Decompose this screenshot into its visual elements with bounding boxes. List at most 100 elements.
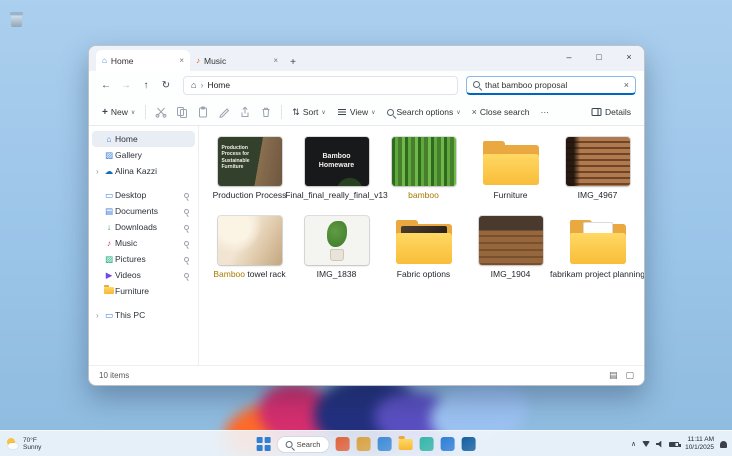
sidebar-item-gallery[interactable]: ▨Gallery	[92, 147, 195, 163]
breadcrumb[interactable]: Home	[207, 80, 230, 90]
view-button[interactable]: View ∨	[332, 102, 381, 122]
start-logo-pane	[257, 445, 263, 451]
volume-icon[interactable]	[656, 441, 663, 448]
share-button[interactable]	[235, 102, 255, 122]
chevron-down-icon: ∨	[321, 109, 325, 116]
file-explorer-icon[interactable]	[398, 439, 412, 450]
file-bamboo[interactable]: bamboo	[381, 135, 466, 200]
music-icon: ♪	[103, 238, 115, 248]
file-fabrikam-project-planning[interactable]: fabrikam project planning	[555, 214, 640, 279]
search-options-button[interactable]: Search options ∨	[382, 102, 466, 122]
navigation-bar: ← → ↑ ↻ ⌂ › Home that bamboo proposal ×	[89, 71, 644, 99]
sidebar-item-videos[interactable]: ▶Videos	[92, 267, 195, 283]
start-button[interactable]	[257, 437, 271, 451]
paste-button[interactable]	[193, 102, 213, 122]
large-thumbnails-view-icon[interactable]: ▢	[625, 370, 634, 381]
file-furniture[interactable]: Furniture	[468, 135, 553, 200]
new-button[interactable]: + New ∨	[97, 102, 140, 122]
plus-icon: +	[102, 107, 108, 118]
search-input[interactable]: that bamboo proposal ×	[466, 76, 636, 95]
taskbar-search[interactable]: Search	[277, 436, 330, 453]
sidebar-item-music[interactable]: ♪Music	[92, 235, 195, 251]
details-button[interactable]: Details	[586, 102, 636, 122]
file-name: IMG_1904	[491, 269, 531, 279]
details-view-icon[interactable]: ▤	[609, 370, 618, 381]
notifications-icon[interactable]	[720, 441, 727, 448]
details-pane-icon	[591, 107, 602, 117]
sidebar-item-label: Music	[115, 238, 184, 248]
hidden-icons-chevron[interactable]: ∧	[631, 440, 636, 448]
outlook-icon[interactable]	[461, 437, 475, 451]
back-button[interactable]: ←	[97, 76, 115, 94]
file-bamboo-towel-rack[interactable]: Bamboo towel rack	[207, 214, 292, 279]
onedrive-icon: ☁	[103, 166, 115, 177]
file-production-process[interactable]: Production Process for Sustainable Furni…	[207, 135, 292, 200]
file-fabric-options[interactable]: Fabric options	[381, 214, 466, 279]
chevron-down-icon: ∨	[371, 109, 375, 116]
tab-close-icon[interactable]: ×	[179, 56, 184, 65]
system-tray: ∧ 11:11 AM 10/1/2025	[631, 431, 727, 456]
cut-icon	[155, 106, 167, 118]
file-name-text: towel rack	[245, 269, 286, 279]
clock[interactable]: 11:11 AM 10/1/2025	[685, 436, 714, 452]
sidebar-section-bottom: ›▭This PC	[92, 307, 195, 323]
sidebar-section-pinned: ▭Desktop▤Documents↓Downloads♪Music▨Pictu…	[92, 187, 195, 299]
pin-icon	[184, 241, 189, 246]
close-search-button[interactable]: × Close search	[467, 102, 535, 122]
sidebar-item-this-pc[interactable]: ›▭This PC	[92, 307, 195, 323]
edge-icon[interactable]	[419, 437, 433, 451]
file-thumbnail	[392, 137, 456, 186]
maximize-button[interactable]: □	[584, 46, 614, 68]
sidebar-item-pictures[interactable]: ▨Pictures	[92, 251, 195, 267]
new-tab-button[interactable]: +	[284, 57, 302, 71]
file-name-text: Production Process	[213, 190, 287, 200]
recycle-bin-icon[interactable]	[10, 12, 23, 27]
desktop-icon: ▭	[103, 190, 115, 201]
copy-button[interactable]	[172, 102, 192, 122]
chevron-right-icon[interactable]: ›	[96, 311, 103, 320]
chevron-down-icon: ∨	[131, 109, 135, 116]
refresh-button[interactable]: ↻	[157, 76, 175, 94]
file-name-text: IMG_4967	[578, 190, 618, 200]
file-img-1838[interactable]: IMG_1838	[294, 214, 379, 279]
sort-button[interactable]: ⇅ Sort ∨	[287, 102, 331, 122]
sidebar-item-desktop[interactable]: ▭Desktop	[92, 187, 195, 203]
up-button[interactable]: ↑	[137, 76, 155, 94]
forward-button[interactable]: →	[117, 76, 135, 94]
file-thumbnail	[218, 216, 282, 265]
sidebar-item-furniture[interactable]: Furniture	[92, 283, 195, 299]
file-final-final-really-final-v13[interactable]: Bamboo HomewareFinal_final_really_final_…	[294, 135, 379, 200]
rename-button[interactable]	[214, 102, 234, 122]
widgets-icon[interactable]	[356, 437, 370, 451]
pin-icon	[184, 193, 189, 198]
close-button[interactable]: ×	[614, 46, 644, 68]
sidebar-item-downloads[interactable]: ↓Downloads	[92, 219, 195, 235]
minimize-button[interactable]: –	[554, 46, 584, 68]
sidebar-item-alina-kazzi[interactable]: ›☁Alina Kazzi	[92, 163, 195, 179]
clear-search-icon[interactable]: ×	[624, 80, 629, 90]
sidebar-item-documents[interactable]: ▤Documents	[92, 203, 195, 219]
sidebar-item-home[interactable]: ⌂Home	[92, 131, 195, 147]
copilot-icon[interactable]	[335, 437, 349, 451]
tab-music[interactable]: ♪ Music ×	[190, 50, 284, 71]
pc-icon: ▭	[103, 310, 115, 321]
sidebar-item-label: Alina Kazzi	[115, 166, 191, 176]
address-bar[interactable]: ⌂ › Home	[183, 76, 458, 95]
tab-close-icon[interactable]: ×	[273, 56, 278, 65]
file-img-1904[interactable]: IMG_1904	[468, 214, 553, 279]
battery-icon[interactable]	[669, 442, 679, 447]
tab-home[interactable]: ⌂ Home ×	[96, 50, 190, 71]
search-icon	[473, 81, 480, 88]
delete-button[interactable]	[256, 102, 276, 122]
task-view-icon[interactable]	[377, 437, 391, 451]
toolbar-divider	[281, 105, 282, 119]
store-icon[interactable]	[440, 437, 454, 451]
file-img-4967[interactable]: IMG_4967	[555, 135, 640, 200]
widgets-button[interactable]: 70°F Sunny	[6, 431, 41, 456]
cut-button[interactable]	[151, 102, 171, 122]
chevron-right-icon[interactable]: ›	[96, 167, 103, 176]
wifi-icon[interactable]	[642, 441, 650, 447]
file-thumbnail: Production Process for Sustainable Furni…	[218, 137, 282, 186]
start-logo-pane	[264, 437, 270, 443]
see-more-button[interactable]: ···	[535, 102, 554, 122]
